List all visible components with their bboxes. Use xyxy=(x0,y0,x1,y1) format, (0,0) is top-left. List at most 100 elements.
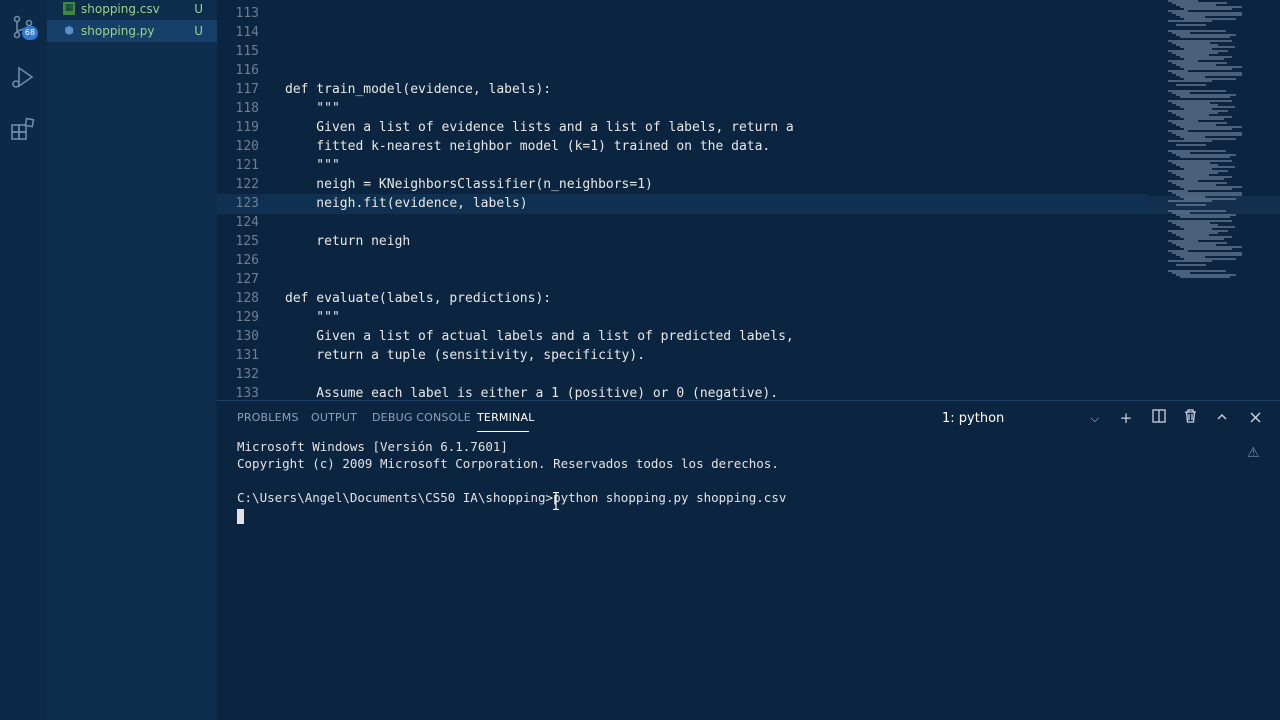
minimap-line xyxy=(1168,20,1212,22)
tab-problems[interactable]: PROBLEMS xyxy=(237,411,299,424)
terminal-select[interactable]: 1: python ⌵ xyxy=(939,408,1105,430)
code-line[interactable]: 119 Given a list of evidence lists and a… xyxy=(217,118,1147,137)
terminal-select-value: 1: python xyxy=(942,411,1005,426)
code-line[interactable]: 122 neigh = KNeighborsClassifier(n_neigh… xyxy=(217,175,1147,194)
line-number: 123 xyxy=(235,196,259,211)
code-line[interactable]: 121 """ xyxy=(217,156,1147,175)
line-number: 114 xyxy=(235,25,259,40)
tab-debug-console[interactable]: DEBUG CONSOLE xyxy=(372,411,471,424)
terminal-line: C:\Users\Angel\Documents\CS50 IA\shoppin… xyxy=(237,490,787,505)
terminal-line: Copyright (c) 2009 Microsoft Corporation… xyxy=(237,456,779,471)
line-number: 117 xyxy=(235,82,259,97)
minimap-line xyxy=(1184,128,1232,130)
minimap-line xyxy=(1180,276,1230,278)
plus-icon[interactable]: + xyxy=(1116,408,1136,428)
code-line[interactable]: 124 xyxy=(217,213,1147,232)
file-item-shopping-py[interactable]: ⬢ shopping.py U xyxy=(47,20,217,42)
close-icon[interactable] xyxy=(1245,408,1265,428)
minimap-line xyxy=(1176,84,1206,86)
code-line[interactable]: 115 xyxy=(217,42,1147,61)
split-terminal-icon[interactable] xyxy=(1149,408,1169,428)
line-number: 133 xyxy=(235,386,259,400)
minimap-line xyxy=(1168,80,1212,82)
line-number: 128 xyxy=(235,291,259,306)
minimap-line xyxy=(1180,216,1230,218)
line-number: 125 xyxy=(235,234,259,249)
line-number: 129 xyxy=(235,310,259,325)
line-code: return neigh xyxy=(285,234,411,249)
line-code: Given a list of evidence lists and a lis… xyxy=(285,120,794,135)
line-code: Assume each label is either a 1 (positiv… xyxy=(285,386,779,400)
minimap-line xyxy=(1176,204,1206,206)
code-editor[interactable]: 113 114 115 116 117 def train_model(evidence,… xyxy=(217,0,1280,400)
python-file-icon: ⬢ xyxy=(64,24,74,37)
code-line[interactable]: 120 fitted k-nearest neighbor model (k=1… xyxy=(217,137,1147,156)
line-code: def train_model(evidence, labels): xyxy=(285,82,552,97)
line-number: 119 xyxy=(235,120,259,135)
file-name: shopping.csv xyxy=(81,2,160,16)
minimap-line xyxy=(1176,144,1206,146)
text-cursor-icon xyxy=(553,492,559,510)
minimap-line xyxy=(1168,140,1212,142)
minimap[interactable] xyxy=(1160,0,1280,290)
code-line[interactable]: 127 xyxy=(217,270,1147,289)
line-number: 122 xyxy=(235,177,259,192)
extensions-icon[interactable] xyxy=(10,116,38,144)
code-line[interactable]: 133 Assume each label is either a 1 (pos… xyxy=(217,384,1147,400)
minimap-line xyxy=(1184,188,1232,190)
line-number: 124 xyxy=(235,215,259,230)
warning-icon[interactable]: ⚠ xyxy=(1247,445,1263,461)
line-code: def evaluate(labels, predictions): xyxy=(285,291,552,306)
line-number: 126 xyxy=(235,253,259,268)
file-status: U xyxy=(194,2,203,16)
minimap-line xyxy=(1184,8,1232,10)
line-number: 132 xyxy=(235,367,259,382)
file-name: shopping.py xyxy=(81,24,155,38)
code-line[interactable]: 117 def train_model(evidence, labels): xyxy=(217,80,1147,99)
active-tab-indicator xyxy=(477,431,529,432)
line-code: """ xyxy=(285,310,340,325)
trash-icon[interactable] xyxy=(1180,408,1200,428)
minimap-line xyxy=(1184,68,1232,70)
file-status: U xyxy=(194,24,203,38)
line-number: 116 xyxy=(235,63,259,78)
code-line[interactable]: 125 return neigh xyxy=(217,232,1147,251)
tab-terminal[interactable]: TERMINAL xyxy=(477,411,535,424)
minimap-line xyxy=(1184,248,1232,250)
line-code: neigh.fit(evidence, labels) xyxy=(285,196,528,211)
file-item-shopping-csv[interactable]: ▦ shopping.csv U xyxy=(47,0,217,20)
code-line[interactable]: 131 return a tuple (sensitivity, specifi… xyxy=(217,346,1147,365)
terminal-line: Microsoft Windows [Versión 6.1.7601] xyxy=(237,439,508,454)
run-debug-icon[interactable] xyxy=(10,64,38,92)
line-code: Given a list of actual labels and a list… xyxy=(285,329,794,344)
code-line[interactable]: 114 xyxy=(217,23,1147,42)
line-number: 131 xyxy=(235,348,259,363)
activity-bar: 68 xyxy=(0,0,47,720)
code-line[interactable]: 123 neigh.fit(evidence, labels) xyxy=(217,194,1147,213)
minimap-line xyxy=(1168,200,1212,202)
chevron-down-icon: ⌵ xyxy=(1090,412,1099,425)
terminal-cursor xyxy=(237,509,244,524)
code-line[interactable]: 113 xyxy=(217,4,1147,23)
code-line[interactable]: 130 Given a list of actual labels and a … xyxy=(217,327,1147,346)
code-line[interactable]: 118 """ xyxy=(217,99,1147,118)
csv-file-icon: ▦ xyxy=(63,2,75,15)
minimap-line xyxy=(1176,24,1206,26)
line-code: """ xyxy=(285,101,340,116)
code-line[interactable]: 132 xyxy=(217,365,1147,384)
line-code: fitted k-nearest neighbor model (k=1) tr… xyxy=(285,139,771,154)
bottom-panel: PROBLEMS OUTPUT DEBUG CONSOLE TERMINAL 1… xyxy=(217,400,1280,720)
code-line[interactable]: 126 xyxy=(217,251,1147,270)
minimap-line xyxy=(1176,264,1206,266)
code-line[interactable]: 129 """ xyxy=(217,308,1147,327)
line-number: 113 xyxy=(235,6,259,21)
source-control-badge: 68 xyxy=(22,26,38,40)
line-number: 121 xyxy=(235,158,259,173)
chevron-up-icon[interactable] xyxy=(1212,408,1232,428)
tab-output[interactable]: OUTPUT xyxy=(311,411,357,424)
code-line[interactable]: 128 def evaluate(labels, predictions): xyxy=(217,289,1147,308)
line-number: 127 xyxy=(235,272,259,287)
line-number: 120 xyxy=(235,139,259,154)
line-number: 115 xyxy=(235,44,259,59)
code-line[interactable]: 116 xyxy=(217,61,1147,80)
